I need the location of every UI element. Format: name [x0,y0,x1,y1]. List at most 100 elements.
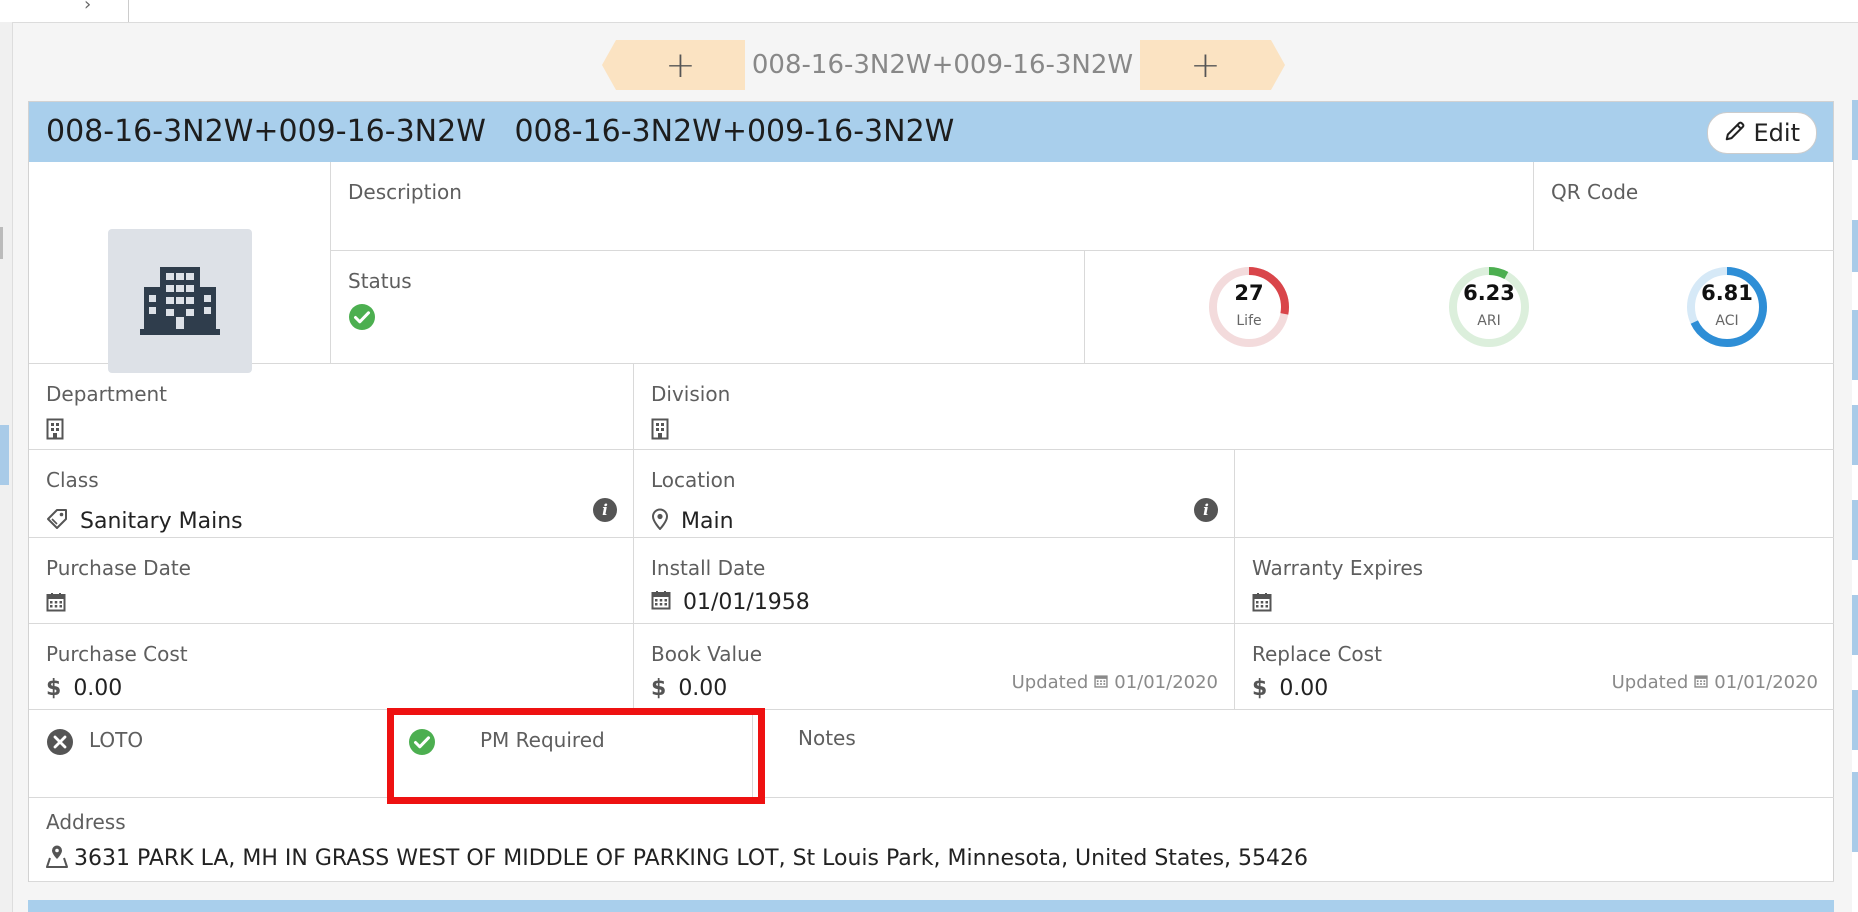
life-gauge[interactable]: 27 Life [1207,265,1291,349]
purchase-cost-label: Purchase Cost [46,642,188,666]
calendar-icon [1694,672,1708,693]
book-value-updated-label: Updated [1011,672,1089,693]
previous-asset-button[interactable]: + [602,40,745,90]
replace-cost-label: Replace Cost [1252,642,1382,666]
dollar-icon: $ [651,675,667,701]
asset-image-cell [29,162,331,373]
next-section-header [28,900,1834,912]
replace-cost-value: $ 0.00 [1252,676,1328,701]
book-value-cell[interactable]: Book Value $ 0.00 Updated 01/01/2020 [634,624,1235,710]
aci-gauge-value: 6.81 [1701,281,1753,305]
x-circle-icon [46,728,74,760]
right-edge-marker [1852,100,1858,160]
left-panel-edge [0,22,13,912]
purchase-date-value [46,592,66,617]
location-cell[interactable]: Location Main i [634,450,1235,538]
right-edge-marker [1852,405,1858,465]
division-value [651,418,669,445]
purchase-date-cell[interactable]: Purchase Date [29,538,634,624]
department-value [46,418,64,445]
notes-label: Notes [798,726,856,750]
install-date-value: 01/01/1958 [651,590,810,615]
replace-cost-cell[interactable]: Replace Cost $ 0.00 Updated 01/01/2020 [1235,624,1834,710]
replace-cost-updated: Updated 01/01/2020 [1612,672,1818,693]
asset-title: 008-16-3N2W+009-16-3N2W 008-16-3N2W+009-… [46,114,955,149]
loto-label: LOTO [89,728,144,752]
info-icon[interactable]: i [593,498,617,522]
dollar-icon: $ [1252,675,1268,701]
qr-code-cell[interactable]: QR Code [1534,162,1834,251]
division-label: Division [651,382,731,406]
ari-gauge-value: 6.23 [1463,281,1515,305]
asset-thumbnail[interactable] [108,229,252,373]
right-edge-marker [1852,690,1858,750]
right-edge-marker [1852,220,1858,272]
department-label: Department [46,382,168,406]
warranty-expires-label: Warranty Expires [1252,556,1424,580]
book-value-updated: Updated 01/01/2020 [1012,672,1218,693]
warranty-expires-cell[interactable]: Warranty Expires [1235,538,1834,624]
status-label: Status [348,269,412,293]
aci-gauge[interactable]: 6.81 ACI [1685,265,1769,349]
replace-cost-text: 0.00 [1279,676,1329,701]
ari-gauge-ring [1449,267,1529,347]
empty-cell [1235,450,1834,538]
building-icon [138,263,222,339]
replace-cost-updated-date: 01/01/2020 [1714,672,1818,693]
book-value-label: Book Value [651,642,763,666]
right-edge-marker [1852,772,1858,852]
next-asset-button[interactable]: + [1140,40,1285,90]
plus-icon: + [665,44,696,86]
class-cell[interactable]: Class Sanitary Mains i [29,450,634,538]
edit-button[interactable]: Edit [1706,112,1817,154]
address-cell[interactable]: Address 3631 PARK LA, MH IN GRASS WEST O… [29,798,1834,882]
card-header: 008-16-3N2W+009-16-3N2W 008-16-3N2W+009-… [29,102,1833,162]
map-pin-icon [651,508,669,535]
tag-icon [46,508,68,535]
book-value-text: 0.00 [678,676,728,701]
install-date-label: Install Date [651,556,766,580]
division-cell[interactable]: Division [634,364,1834,450]
purchase-cost-text: 0.00 [73,676,123,701]
book-value-updated-date: 01/01/2020 [1114,672,1218,693]
right-panel-edge [1852,100,1858,912]
life-gauge-value: 27 [1234,281,1264,305]
aci-gauge-caption: ACI [1715,313,1739,329]
description-label: Description [348,180,462,204]
department-cell[interactable]: Department [29,364,634,450]
chevron-right-icon[interactable]: › [84,0,91,15]
life-gauge-caption: Life [1236,313,1262,329]
warranty-expires-value [1252,592,1272,617]
pencil-icon [1724,120,1746,146]
check-circle-icon [348,303,376,335]
pm-required-cell[interactable]: PM Required [391,710,753,798]
purchase-date-label: Purchase Date [46,556,191,580]
right-edge-marker [1852,500,1858,560]
calendar-icon [1252,592,1272,617]
check-circle-icon [408,728,436,760]
plus-icon: + [1190,44,1221,86]
pm-required-label: PM Required [480,728,605,752]
book-value-value: $ 0.00 [651,676,727,701]
left-edge-selected-marker[interactable] [0,425,9,485]
install-date-text: 01/01/1958 [683,590,810,615]
class-value-text: Sanitary Mains [80,509,243,534]
install-date-cell[interactable]: Install Date 01/01/1958 [634,538,1235,624]
current-asset-id: 008-16-3N2W+009-16-3N2W [751,50,1134,80]
ari-gauge[interactable]: 6.23 ARI [1447,265,1531,349]
info-icon[interactable]: i [1194,498,1218,522]
dollar-icon: $ [46,675,62,701]
description-cell[interactable]: Description [331,162,1534,251]
notes-cell[interactable]: Notes [753,710,1834,798]
address-label: Address [46,810,126,834]
status-cell: Status [331,251,1085,364]
class-value: Sanitary Mains [46,508,243,535]
asset-card: 008-16-3N2W+009-16-3N2W 008-16-3N2W+009-… [28,101,1834,882]
map-marker-icon [46,844,68,873]
purchase-cost-cell[interactable]: Purchase Cost $ 0.00 [29,624,634,710]
location-value: Main [651,508,734,535]
right-edge-marker [1852,595,1858,655]
loto-cell[interactable]: LOTO [29,710,391,798]
aci-gauge-ring [1687,267,1767,347]
calendar-icon [1094,672,1108,693]
